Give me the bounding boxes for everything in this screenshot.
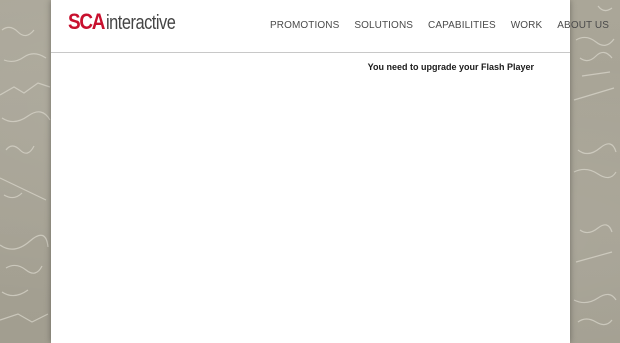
nav-item-work[interactable]: WORK <box>511 20 543 31</box>
content-panel: SCAinteractive PROMOTIONS SOLUTIONS CAPA… <box>51 0 609 343</box>
logo-brand-mark: SCA <box>68 9 105 34</box>
logo-brand-word: interactive <box>105 12 176 34</box>
chalk-scribbles-right <box>570 0 620 343</box>
nav-item-solutions[interactable]: SOLUTIONS <box>354 20 413 31</box>
nav-item-capabilities[interactable]: CAPABILITIES <box>428 20 496 31</box>
nav-item-promotions[interactable]: PROMOTIONS <box>270 20 339 31</box>
nav-item-about-us[interactable]: ABOUT US <box>557 20 609 31</box>
flash-upgrade-notice[interactable]: You need to upgrade your Flash Player <box>368 62 534 72</box>
sca-interactive-logo[interactable]: SCAinteractive <box>68 9 191 34</box>
main-nav: PROMOTIONS SOLUTIONS CAPABILITIES WORK A… <box>270 20 609 31</box>
site-header: SCAinteractive PROMOTIONS SOLUTIONS CAPA… <box>51 0 609 53</box>
chalk-scribbles-left <box>0 0 52 343</box>
